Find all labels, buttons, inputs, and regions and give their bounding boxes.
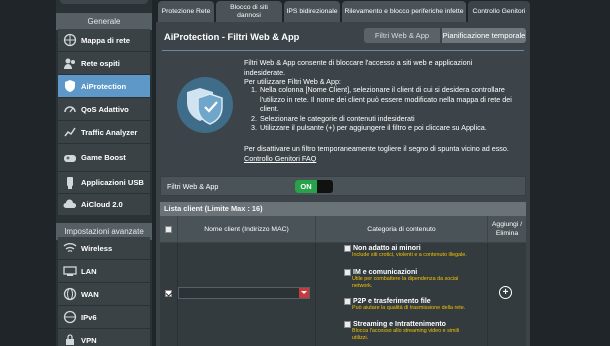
sidebar-item-label: Mappa di rete [81,35,130,45]
tab-bar: Protezione Rete Blocco di siti dannosi I… [156,0,530,22]
gamepad-icon [63,151,77,165]
sidebar-item-lan[interactable]: LAN [58,260,150,283]
column-select-all [160,216,178,242]
steps-list: 1. Nella colonna [Nome Client], seleziona… [251,85,520,133]
sidebar-item-game-boost[interactable]: Game Boost [58,144,150,172]
category-checkbox[interactable] [344,269,351,276]
category-desc: Include siti crotici, violenti e a conte… [352,252,467,258]
disable-note: Per disattivare un filtro temporaneament… [244,144,509,153]
traffic-analyzer-icon [63,125,77,139]
row-checkbox[interactable] [165,290,172,297]
category-name: Streaming e Intrattenimento [353,321,446,328]
segment-time-scheduling[interactable]: Pianificazione temporale [442,28,526,43]
lan-icon [63,264,77,278]
wireless-icon [63,241,77,255]
wan-icon [63,287,77,301]
select-all-checkbox[interactable] [165,225,172,233]
tab-malicious-sites[interactable]: Blocco di siti dannosi [216,1,282,22]
sidebar-section-general: Generale [56,13,152,30]
sidebar: Generale Mappa di rete Rete ospiti AiPro… [56,0,152,346]
category-streaming: Streaming e Intrattenimento Blocca l'acc… [344,321,472,342]
sidebar-item-guest-network[interactable]: Rete ospiti [58,52,150,75]
column-add-delete: Aggiungi / Elimina [488,216,526,242]
page-title: AiProtection - Filtri Web & App [164,32,300,42]
usb-icon [63,176,77,190]
tab-ips[interactable]: IPS bidirezionale [284,1,340,22]
tab-infected-devices[interactable]: Rilevamento e blocco periferiche infette [342,1,466,22]
segment-web-app-filters[interactable]: Filtri Web & App [364,28,440,43]
sidebar-item-label: Rete ospiti [81,58,120,68]
faq-link[interactable]: Controllo Genitori FAQ [244,154,316,163]
chevron-down-icon[interactable] [299,288,309,298]
divider [162,50,524,51]
cloud-icon [63,198,77,212]
intro-line-1: Filtri Web & App consente di bloccare l'… [244,58,473,77]
sidebar-item-qos[interactable]: QoS Adattivo [58,98,150,121]
toggle-on-label: ON [295,180,317,193]
sidebar-item-wan[interactable]: WAN [58,283,150,306]
sidebar-item-network-map[interactable]: Mappa di rete [58,29,150,52]
sidebar-item-label: IPv6 [81,312,97,322]
category-name: IM e comunicazioni [353,269,418,276]
ipv6-icon [63,310,77,324]
client-name-select[interactable] [178,287,310,299]
category-desc: Utile per combattere la dipendenza da so… [352,276,459,289]
sidebar-item-traffic-analyzer[interactable]: Traffic Analyzer [58,121,150,144]
add-filter-button[interactable]: + [499,286,512,299]
sidebar-item-wireless[interactable]: Wireless [58,237,150,260]
category-checkbox[interactable] [344,321,351,328]
category-name: P2P e trasferimento file [353,298,431,305]
sidebar-item-aiprotection[interactable]: AiProtection [58,75,150,98]
filter-toggle-switch[interactable]: ON [295,180,333,193]
tab-parental-control[interactable]: Controllo Genitori [468,1,530,22]
aiprotection-icon [63,79,77,93]
category-im: IM e comunicazioni Utile per combattere … [344,269,472,290]
category-name: Non adatto ai minori [353,245,421,252]
category-checkbox[interactable] [344,245,351,252]
plus-icon: + [502,286,509,298]
category-p2p: P2P e trasferimento file Può aiutare la … [344,298,472,312]
sidebar-item-label: LAN [81,266,97,276]
client-list-header: Lista client (Limite Max : 16) [160,202,526,216]
network-map-icon [63,33,77,47]
sidebar-item-label: AiProtection [81,81,127,91]
sidebar-item-vpn[interactable]: VPN [58,329,150,346]
sidebar-item-label: VPN [81,335,97,345]
shield-icon [177,77,233,133]
category-adult: Non adatto ai minori Include siti crotic… [344,245,472,259]
sidebar-item-aicloud[interactable]: AiCloud 2.0 [58,194,150,216]
category-desc: Può aiutare la qualità di trasmissione d… [352,305,466,311]
step-item: 1. Nella colonna [Nome Client], seleziona… [251,85,512,114]
sidebar-item-label: WAN [81,289,99,299]
sidebar-item-label: AiCloud 2.0 [81,200,123,209]
column-client-name: Nome client (Indirizzo MAC) [178,216,316,242]
vpn-icon [63,333,77,346]
filter-toggle-row: Filtri Web & App ON [160,176,526,196]
intro-text: Filtri Web & App consente di bloccare l'… [244,58,514,87]
sidebar-item-label: Applicazioni USB [81,178,144,187]
step-item: 3. Utilizzare il pulsante (+) per aggiung… [251,123,487,133]
sidebar-item-label: Wireless [81,243,113,253]
tab-network-protection[interactable]: Protezione Rete [158,1,214,22]
content-panel: AiProtection - Filtri Web & App Filtri W… [156,22,530,346]
category-checkbox[interactable] [344,298,351,305]
sidebar-item-label: Game Boost [81,153,126,162]
sidebar-item-usb-apps[interactable]: Applicazioni USB [58,172,150,194]
sidebar-item-ipv6[interactable]: IPv6 [58,306,150,329]
qos-icon [63,102,77,116]
guest-network-icon [63,56,77,70]
sidebar-item-label: Traffic Analyzer [81,127,138,137]
column-category: Categoria di contenuto [316,216,488,242]
step-item: 2. Selezionare le categorie di contenuti … [251,113,415,123]
category-desc: Blocca l'accesso allo streaming video e … [352,328,460,341]
sidebar-top-fragment [60,0,148,4]
sidebar-item-label: QoS Adattivo [81,104,129,114]
filter-toggle-label: Filtri Web & App [167,182,219,191]
